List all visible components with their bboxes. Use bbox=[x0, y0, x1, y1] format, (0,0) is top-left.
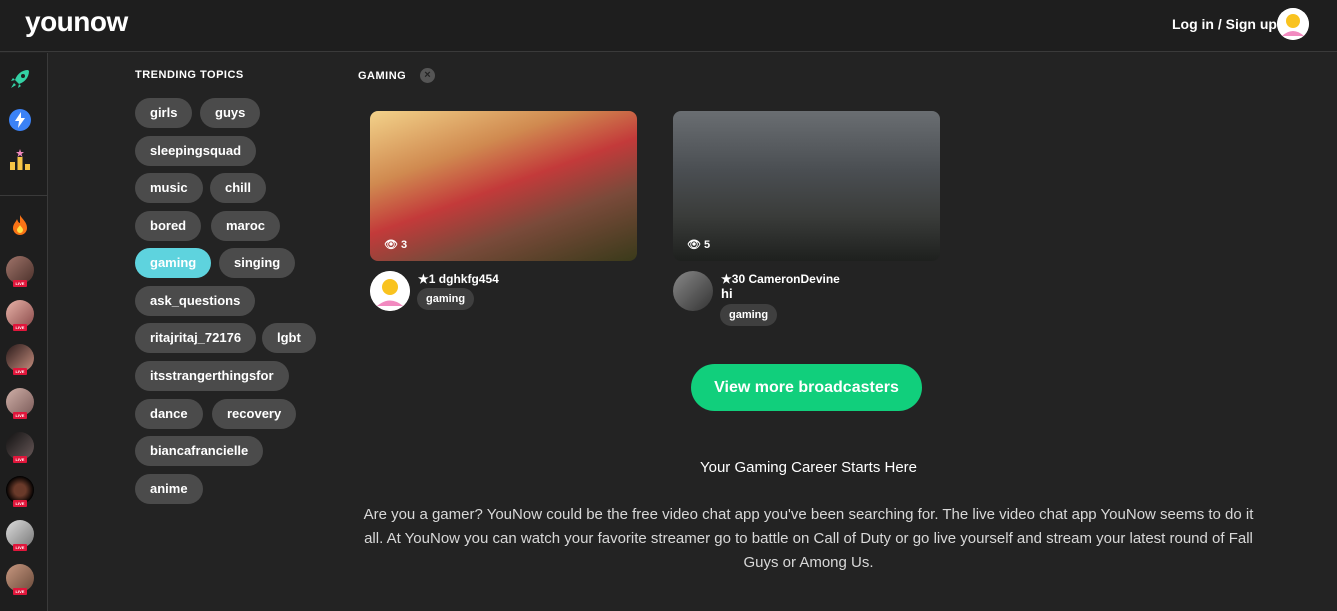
view-more-broadcasters-button[interactable]: View more broadcasters bbox=[691, 364, 922, 411]
live-badge: LIVE bbox=[13, 456, 27, 463]
broadcaster-avatar[interactable] bbox=[673, 271, 713, 311]
left-sidebar: LIVE LIVE LIVE LIVE LIVE LIVE LIVE LIVE bbox=[0, 53, 48, 611]
broadcaster-avatar[interactable] bbox=[370, 271, 410, 311]
star-icon: ★ bbox=[721, 272, 732, 286]
broadcaster-username: CameronDevine bbox=[748, 272, 840, 286]
topic-chip[interactable]: sleepingsquad bbox=[135, 136, 257, 166]
topic-chip[interactable]: music bbox=[135, 173, 203, 203]
view-count: 👁 3 bbox=[384, 238, 407, 251]
broadcaster-username: dghkfg454 bbox=[438, 272, 499, 286]
live-badge: LIVE bbox=[13, 412, 27, 419]
view-count-value: 5 bbox=[704, 239, 711, 251]
broadcast-tag[interactable]: gaming bbox=[720, 304, 778, 326]
star-icon: ★ bbox=[418, 272, 429, 286]
live-broadcaster-avatar[interactable]: LIVE bbox=[6, 432, 34, 463]
live-broadcaster-avatar[interactable]: LIVE bbox=[6, 300, 34, 331]
live-broadcaster-avatar[interactable]: LIVE bbox=[6, 520, 34, 551]
live-broadcaster-avatar[interactable]: LIVE bbox=[6, 344, 34, 375]
eye-icon: 👁 bbox=[687, 239, 701, 251]
broadcaster-level: 30 bbox=[731, 272, 746, 286]
live-broadcaster-avatar[interactable]: LIVE bbox=[6, 564, 34, 595]
live-badge: LIVE bbox=[13, 544, 27, 551]
lightning-icon[interactable] bbox=[8, 108, 32, 132]
broadcast-thumbnail[interactable]: 👁 3 bbox=[370, 111, 637, 261]
topic-chip[interactable]: singing bbox=[219, 248, 296, 278]
default-avatar-icon bbox=[370, 271, 410, 311]
trending-topics-title: TRENDING TOPICS bbox=[135, 69, 244, 81]
topic-chip[interactable]: dance bbox=[135, 399, 203, 429]
broadcast-thumbnail[interactable]: 👁 5 bbox=[673, 111, 940, 261]
top-bar: younow Log in / Sign up bbox=[0, 0, 1337, 52]
view-count: 👁 5 bbox=[687, 238, 710, 251]
rocket-icon[interactable] bbox=[8, 67, 32, 91]
default-avatar-icon bbox=[1277, 8, 1309, 40]
topic-chip-active[interactable]: gaming bbox=[135, 248, 212, 278]
live-badge: LIVE bbox=[13, 588, 27, 595]
broadcaster-name[interactable]: ★1 dghkfg454 bbox=[418, 272, 499, 286]
topic-chip[interactable]: girls bbox=[135, 98, 193, 128]
broadcaster-level: 1 bbox=[428, 272, 436, 286]
leaderboard-icon[interactable] bbox=[8, 148, 32, 172]
category-title: GAMING bbox=[358, 70, 407, 82]
user-avatar[interactable] bbox=[1277, 8, 1309, 40]
topic-chip[interactable]: recovery bbox=[212, 399, 297, 429]
live-badge: LIVE bbox=[13, 500, 27, 507]
sidebar-divider bbox=[0, 195, 47, 196]
eye-icon: 👁 bbox=[384, 239, 398, 251]
topic-chip[interactable]: lgbt bbox=[262, 323, 316, 353]
topic-chip[interactable]: itsstrangerthingsfor bbox=[135, 361, 289, 391]
topic-chip[interactable]: guys bbox=[200, 98, 261, 128]
section-subheading: Your Gaming Career Starts Here bbox=[699, 459, 918, 476]
fire-icon[interactable] bbox=[8, 213, 32, 237]
live-badge: LIVE bbox=[13, 368, 27, 375]
view-count-value: 3 bbox=[401, 239, 408, 251]
topic-chip[interactable]: chill bbox=[210, 173, 267, 203]
clear-category-icon[interactable]: × bbox=[420, 68, 435, 83]
broadcast-tag[interactable]: gaming bbox=[417, 288, 475, 310]
younow-logo[interactable]: younow bbox=[25, 6, 128, 38]
topic-chip[interactable]: ask_questions bbox=[135, 286, 256, 316]
topic-chip[interactable]: bored bbox=[135, 211, 202, 241]
live-broadcaster-avatar[interactable]: LIVE bbox=[6, 256, 34, 287]
live-broadcaster-avatar[interactable]: LIVE bbox=[6, 388, 34, 419]
description-paragraph: Are you a gamer? YouNow could be the fre… bbox=[363, 506, 1254, 571]
topic-chip[interactable]: ritajritaj_72176 bbox=[135, 323, 257, 353]
broadcast-title: hi bbox=[721, 286, 733, 301]
live-badge: LIVE bbox=[13, 324, 27, 331]
broadcaster-name[interactable]: ★30 CameronDevine bbox=[721, 272, 840, 286]
live-badge: LIVE bbox=[13, 280, 27, 287]
topic-chip[interactable]: biancafrancielle bbox=[135, 436, 264, 466]
topic-chip[interactable]: maroc bbox=[211, 211, 281, 241]
live-broadcaster-avatar[interactable]: LIVE bbox=[6, 476, 34, 507]
login-signup-link[interactable]: Log in / Sign up bbox=[1172, 16, 1277, 32]
topic-chip[interactable]: anime bbox=[135, 474, 203, 504]
